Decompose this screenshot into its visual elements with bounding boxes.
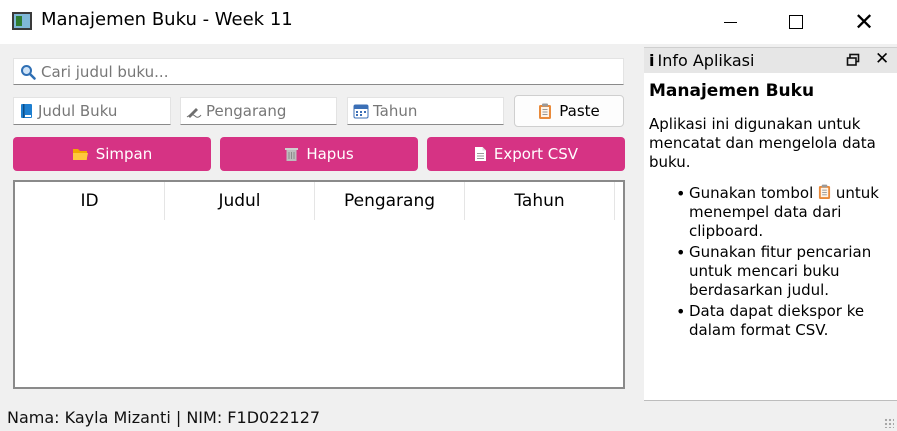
- document-icon: [474, 147, 486, 161]
- dock-bullet-list: Gunakan tombol untuk menempel data dari …: [649, 184, 889, 340]
- paste-label: Paste: [559, 102, 600, 120]
- status-bar-text: Nama: Kayla Mizanti | NIM: F1D022127: [7, 408, 321, 427]
- minimize-icon: [723, 21, 737, 23]
- column-header-judul[interactable]: Judul: [165, 182, 315, 220]
- dock-title-label: Info Aplikasi: [657, 51, 755, 70]
- dock-title: i Info Aplikasi: [649, 51, 754, 70]
- dock-close-icon[interactable]: ✕: [875, 49, 889, 69]
- table-header: ID Judul Pengarang Tahun: [15, 182, 615, 220]
- maximize-button[interactable]: [763, 0, 829, 44]
- resize-grip[interactable]: [884, 418, 894, 428]
- search-input[interactable]: Cari judul buku...: [13, 58, 624, 85]
- maximize-icon: [789, 15, 803, 29]
- title-bar: Manajemen Buku - Week 11 ✕: [0, 0, 897, 44]
- list-item: Data dapat diekspor ke dalam format CSV.: [649, 302, 889, 340]
- close-button[interactable]: ✕: [831, 0, 897, 44]
- dock-description: Aplikasi ini digunakan untuk mencatat da…: [649, 115, 876, 171]
- tahun-field[interactable]: Tahun: [347, 97, 504, 125]
- pengarang-placeholder: Pengarang: [206, 102, 287, 120]
- hapus-label: Hapus: [306, 145, 354, 163]
- tahun-placeholder: Tahun: [373, 102, 418, 120]
- clipboard-icon: [818, 184, 831, 199]
- simpan-button[interactable]: Simpan: [13, 137, 211, 171]
- float-icon[interactable]: [846, 53, 860, 67]
- minimize-button[interactable]: [697, 0, 763, 44]
- bullet-paste-before: Gunakan tombol: [689, 184, 814, 202]
- trash-icon: [285, 148, 299, 161]
- info-icon: i: [649, 51, 655, 70]
- book-icon: [21, 104, 32, 118]
- judul-field[interactable]: Judul Buku: [13, 97, 171, 125]
- app-icon: [12, 12, 32, 30]
- judul-placeholder: Judul Buku: [38, 102, 118, 120]
- clipboard-icon: [539, 103, 552, 119]
- pengarang-field[interactable]: Pengarang: [180, 97, 337, 125]
- column-header-pengarang[interactable]: Pengarang: [315, 182, 465, 220]
- search-placeholder: Cari judul buku...: [41, 62, 169, 81]
- paste-button[interactable]: Paste: [514, 95, 624, 127]
- list-item: Gunakan tombol untuk menempel data dari …: [649, 184, 889, 241]
- export-label: Export CSV: [493, 145, 579, 163]
- window-title: Manajemen Buku - Week 11: [41, 9, 293, 30]
- calendar-icon: [353, 104, 369, 119]
- dock-header[interactable]: i Info Aplikasi ✕: [644, 48, 897, 73]
- simpan-label: Simpan: [95, 145, 153, 163]
- hapus-button[interactable]: Hapus: [220, 137, 418, 171]
- export-csv-button[interactable]: Export CSV: [427, 137, 625, 171]
- dock-body: Manajemen Buku Aplikasi ini digunakan un…: [649, 81, 889, 342]
- folder-icon: [72, 149, 88, 160]
- search-icon: [21, 64, 36, 80]
- dock-heading: Manajemen Buku: [649, 81, 815, 101]
- book-table[interactable]: ID Judul Pengarang Tahun: [13, 180, 625, 389]
- column-header-id[interactable]: ID: [15, 182, 165, 220]
- column-header-tahun[interactable]: Tahun: [465, 182, 615, 220]
- close-icon: ✕: [853, 8, 875, 36]
- info-dock-panel: i Info Aplikasi ✕ Manajemen Buku Aplikasi…: [644, 47, 897, 401]
- pen-icon: [186, 108, 202, 118]
- list-item: Gunakan fitur pencarian untuk mencari bu…: [649, 243, 889, 300]
